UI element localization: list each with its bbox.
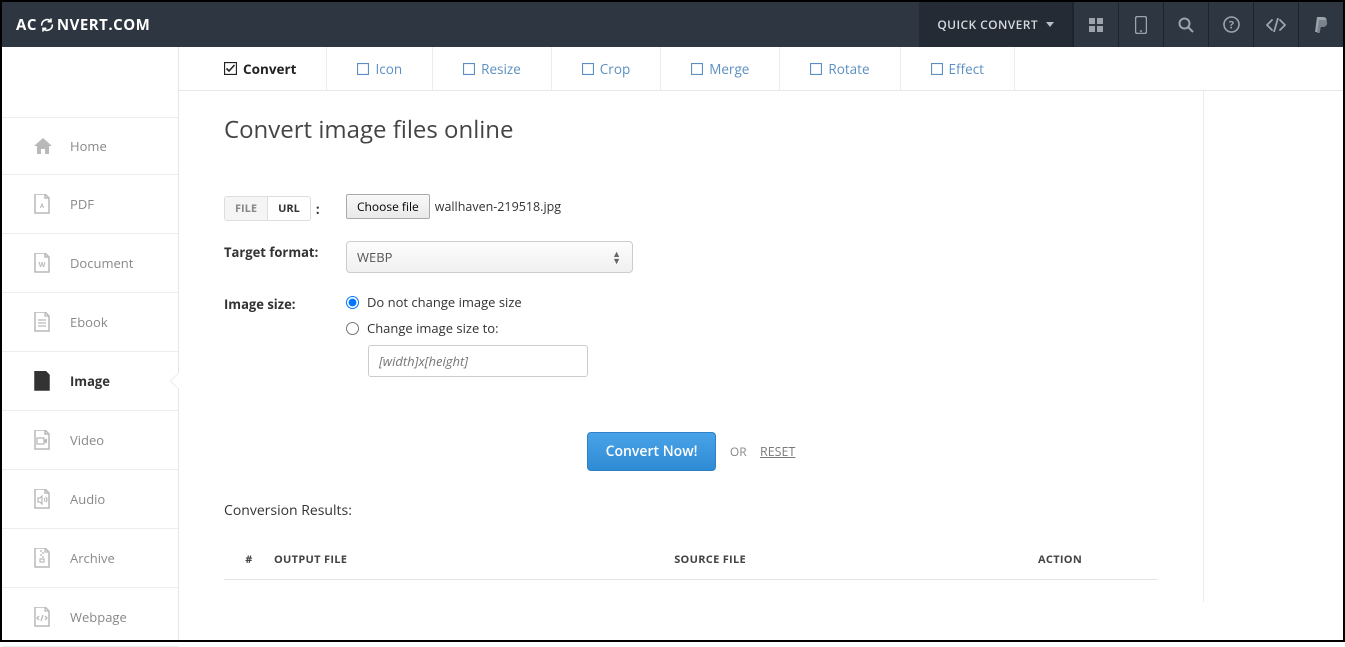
sidebar-item-label: Image: [70, 372, 110, 390]
tab-label: Merge: [709, 60, 749, 78]
pdf-icon: A: [34, 194, 56, 214]
selected-filename: wallhaven-219518.jpg: [435, 198, 561, 215]
image-icon: [34, 371, 56, 391]
source-url-toggle[interactable]: URL: [267, 197, 310, 220]
ebook-icon: [34, 312, 56, 332]
sidebar-item-webpage[interactable]: Webpage: [2, 588, 178, 647]
tab-rotate[interactable]: Rotate: [780, 47, 900, 90]
sidebar-item-label: Archive: [70, 549, 115, 567]
sidebar-item-label: Home: [70, 137, 107, 155]
refresh-icon: [39, 17, 55, 33]
sidebar-item-label: Ebook: [70, 313, 108, 331]
mobile-icon[interactable]: [1118, 2, 1163, 47]
tab-merge[interactable]: Merge: [661, 47, 780, 90]
tab-icon[interactable]: Icon: [327, 47, 433, 90]
quick-convert-label: QUICK CONVERT: [937, 16, 1038, 33]
sidebar-item-archive[interactable]: Archive: [2, 529, 178, 588]
tab-label: Icon: [375, 60, 402, 78]
document-icon: W: [34, 253, 56, 273]
tab-crop[interactable]: Crop: [552, 47, 661, 90]
choose-file-button[interactable]: Choose file: [346, 194, 430, 219]
sidebar-item-ebook[interactable]: Ebook: [2, 293, 178, 352]
image-size-label: Image size:: [224, 293, 346, 313]
sidebar-item-audio[interactable]: Audio: [2, 470, 178, 529]
sidebar-item-label: Video: [70, 431, 104, 449]
target-format-select[interactable]: WEBP: [346, 241, 633, 273]
code-icon[interactable]: [1253, 2, 1298, 47]
convert-now-button[interactable]: Convert Now!: [587, 432, 717, 471]
radio-keep-size[interactable]: Do not change image size: [346, 293, 1158, 311]
paypal-icon[interactable]: [1298, 2, 1343, 47]
tab-label: Convert: [243, 60, 296, 78]
sidebar-item-image[interactable]: Image: [2, 352, 178, 411]
audio-icon: [34, 489, 56, 509]
col-source: SOURCE FILE: [674, 552, 1038, 567]
chevron-down-icon: [1046, 22, 1054, 27]
home-icon: [34, 138, 56, 154]
sidebar-item-label: Document: [70, 254, 133, 272]
svg-text:A: A: [40, 202, 45, 210]
checkbox-icon: [810, 63, 822, 75]
sidebar: Home A PDF W Document Ebook Image Video Au…: [2, 47, 179, 640]
target-format-label: Target format:: [224, 241, 346, 261]
grid-icon[interactable]: [1073, 2, 1118, 47]
tab-resize[interactable]: Resize: [433, 47, 552, 90]
webpage-icon: [34, 607, 56, 627]
tab-label: Rotate: [828, 60, 869, 78]
col-output: OUTPUT FILE: [274, 552, 674, 567]
source-toggle: FILE URL: [224, 196, 311, 221]
sidebar-item-document[interactable]: W Document: [2, 234, 178, 293]
tab-label: Effect: [949, 60, 984, 78]
main-content: Convert Icon Resize Crop Merge Rotate Ef…: [179, 47, 1343, 640]
search-icon[interactable]: [1163, 2, 1208, 47]
tab-label: Crop: [600, 60, 630, 78]
svg-text:W: W: [39, 261, 46, 270]
tab-effect[interactable]: Effect: [901, 47, 1015, 90]
checkbox-icon: [691, 63, 703, 75]
video-icon: [34, 430, 56, 450]
radio-change-input[interactable]: [346, 322, 359, 335]
brand-right: NVERT.COM: [57, 15, 150, 35]
radio-keep-input[interactable]: [346, 296, 359, 309]
tab-label: Resize: [481, 60, 521, 78]
svg-text:?: ?: [1228, 18, 1233, 33]
help-icon[interactable]: ?: [1208, 2, 1253, 47]
sidebar-item-label: PDF: [70, 195, 94, 213]
sidebar-item-label: Audio: [70, 490, 105, 508]
col-action: ACTION: [1038, 552, 1158, 567]
sidebar-item-video[interactable]: Video: [2, 411, 178, 470]
checkbox-checked-icon: [224, 62, 237, 75]
brand-logo[interactable]: AC NVERT.COM: [2, 2, 164, 47]
reset-link[interactable]: RESET: [760, 443, 795, 460]
colon: :: [316, 200, 320, 218]
tool-tabs: Convert Icon Resize Crop Merge Rotate Ef…: [179, 47, 1343, 91]
brand-left: AC: [16, 15, 37, 35]
sidebar-item-pdf[interactable]: A PDF: [2, 175, 178, 234]
archive-icon: [34, 548, 56, 568]
radio-change-size[interactable]: Change image size to:: [346, 319, 1158, 337]
source-file-toggle[interactable]: FILE: [225, 197, 267, 220]
col-num: #: [224, 552, 274, 567]
tab-convert[interactable]: Convert: [179, 47, 327, 90]
or-text: OR: [730, 443, 747, 460]
page-title: Convert image files online: [224, 113, 1158, 146]
checkbox-icon: [931, 63, 943, 75]
checkbox-icon: [463, 63, 475, 75]
results-table-header: # OUTPUT FILE SOURCE FILE ACTION: [224, 540, 1158, 580]
sidebar-item-home[interactable]: Home: [2, 117, 178, 175]
sidebar-item-label: Webpage: [70, 608, 127, 626]
results-heading: Conversion Results:: [224, 501, 1158, 520]
top-bar: AC NVERT.COM QUICK CONVERT ?: [2, 2, 1343, 47]
quick-convert-dropdown[interactable]: QUICK CONVERT: [919, 2, 1073, 47]
checkbox-icon: [582, 63, 594, 75]
dimension-input[interactable]: [368, 345, 588, 377]
checkbox-icon: [357, 63, 369, 75]
